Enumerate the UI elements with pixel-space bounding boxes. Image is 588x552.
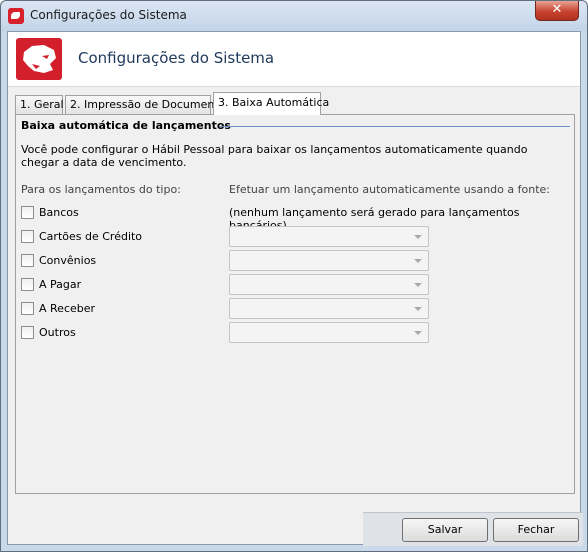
chevron-down-icon	[414, 235, 422, 239]
panther-logo-icon	[16, 38, 62, 80]
tab-panel-baixa-automatica: Baixa automática de lançamentos Você pod…	[15, 114, 575, 494]
dialog-body: Configurações do Sistema 1. Geral 2. Imp…	[7, 31, 583, 546]
a-receber-source-select[interactable]	[229, 298, 429, 319]
bancos-label: Bancos	[39, 206, 79, 219]
title-bar[interactable]: Configurações do Sistema ✕	[1, 1, 587, 31]
save-button[interactable]: Salvar	[402, 518, 488, 542]
section-title: Baixa automática de lançamentos	[21, 119, 231, 132]
convenios-source-select[interactable]	[229, 250, 429, 271]
section-description: Você pode configurar o Hábil Pessoal par…	[21, 143, 528, 169]
tab-geral[interactable]: 1. Geral	[15, 95, 64, 115]
a-receber-label: A Receber	[39, 302, 96, 315]
chevron-down-icon	[414, 331, 422, 335]
types-column-label: Para os lançamentos do tipo:	[21, 183, 181, 196]
convenios-checkbox[interactable]	[21, 254, 34, 267]
app-icon	[8, 8, 24, 24]
window-title: Configurações do Sistema	[30, 8, 187, 22]
tab-impressao-documentos[interactable]: 2. Impressão de Documentos	[65, 95, 231, 115]
chevron-down-icon	[414, 259, 422, 263]
section-divider	[220, 126, 570, 127]
chevron-down-icon	[414, 307, 422, 311]
cartoes-label: Cartões de Crédito	[39, 230, 143, 243]
outros-label: Outros	[39, 326, 76, 339]
a-pagar-label: A Pagar	[39, 278, 82, 291]
close-button[interactable]: Fechar	[493, 518, 579, 542]
cartoes-source-select[interactable]	[229, 226, 429, 247]
a-pagar-checkbox[interactable]	[21, 278, 34, 291]
chevron-down-icon	[414, 283, 422, 287]
tab-baixa-automatica[interactable]: 3. Baixa Automática	[213, 92, 329, 115]
window-close-button[interactable]: ✕	[535, 1, 579, 21]
a-pagar-source-select[interactable]	[229, 274, 429, 295]
dialog-header: Configurações do Sistema	[8, 32, 580, 87]
dialog-header-title: Configurações do Sistema	[78, 49, 275, 67]
convenios-label: Convênios	[39, 254, 97, 267]
bancos-checkbox[interactable]	[21, 206, 34, 219]
outros-checkbox[interactable]	[21, 326, 34, 339]
outros-source-select[interactable]	[229, 322, 429, 343]
source-column-label: Efetuar um lançamento automaticamente us…	[229, 183, 550, 196]
cartoes-checkbox[interactable]	[21, 230, 34, 243]
settings-window: Configurações do Sistema ✕ Configurações…	[0, 0, 588, 552]
a-receber-checkbox[interactable]	[21, 302, 34, 315]
